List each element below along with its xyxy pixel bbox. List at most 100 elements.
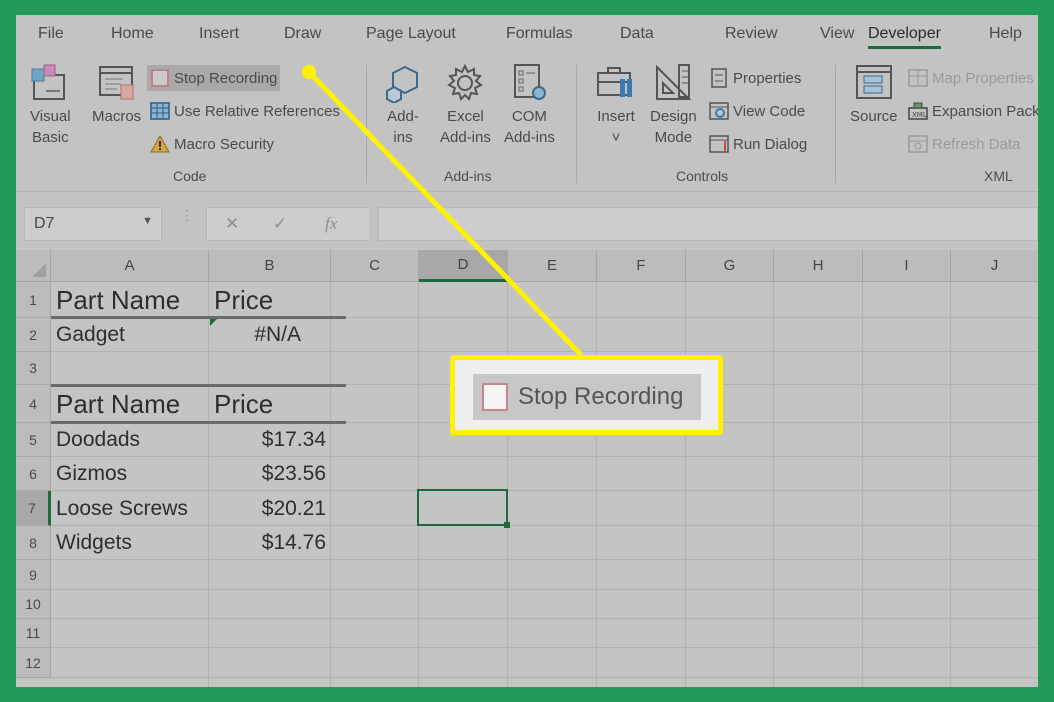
row-header-8[interactable]: 8 [16,526,51,560]
cell-a4[interactable]: Part Name [51,385,209,423]
column-header-f[interactable]: F [597,250,686,282]
excel-window: File Home Insert Draw Page Layout Formul… [16,15,1038,687]
stop-recording-callout-button[interactable]: Stop Recording [473,374,701,420]
tab-draw[interactable]: Draw [284,25,321,43]
map-properties-icon [908,68,928,88]
addins-icon [383,63,423,103]
error-indicator-icon[interactable] [210,319,217,326]
cell-b8[interactable]: $14.76 [209,526,331,560]
expansion-packs-icon: XML [908,101,928,121]
tab-developer[interactable]: Developer [868,25,941,49]
expansion-packs-button[interactable]: XML Expansion Packs [905,98,1038,124]
cell-b7[interactable]: $20.21 [209,491,331,526]
group-label-controls: Controls [676,168,729,184]
cell-a5[interactable]: Doodads [51,423,209,457]
cell-b4[interactable]: Price [209,385,331,423]
enter-icon[interactable]: ✓ [273,214,287,234]
select-all-button[interactable] [16,250,51,282]
chevron-down-icon[interactable]: ▼ [142,215,153,227]
tab-file[interactable]: File [38,25,64,43]
name-box[interactable]: D7 ▼ [24,207,162,241]
gridline [773,282,774,687]
cell-b1[interactable]: Price [209,282,331,318]
row-header-3[interactable]: 3 [16,352,51,385]
design-mode-button[interactable]: Design Mode [650,63,697,148]
cancel-icon[interactable]: ✕ [225,214,239,234]
cell-a2[interactable]: Gadget [51,318,209,352]
group-separator [576,65,577,183]
row-header-7[interactable]: 7 [16,491,51,526]
tab-review[interactable]: Review [725,25,777,43]
cell-b6[interactable]: $23.56 [209,457,331,491]
group-label-xml: XML [984,168,1013,184]
function-icon[interactable]: fx [325,214,337,234]
column-header-i[interactable]: I [863,250,951,282]
row-header-12[interactable]: 12 [16,648,51,678]
column-header-b[interactable]: B [209,250,331,282]
tab-home[interactable]: Home [111,25,154,43]
svg-text:XML: XML [912,111,927,119]
com-addins-button[interactable]: COM Add-ins [504,63,555,148]
formula-input[interactable] [378,207,1038,241]
column-header-h[interactable]: H [774,250,863,282]
row-header-1[interactable]: 1 [16,282,51,318]
formula-buttons: ✕ ✓ fx [206,207,371,241]
run-dialog-button[interactable]: Run Dialog [706,131,810,157]
row-header-10[interactable]: 10 [16,590,51,619]
view-code-icon [709,101,729,121]
stop-recording-button[interactable]: Stop Recording [147,65,281,91]
use-relative-references-button[interactable]: Use Relative References [147,98,343,124]
design-mode-icon [653,63,693,103]
active-cell-selection[interactable] [417,489,510,528]
cell-b5[interactable]: $17.34 [209,423,331,457]
map-properties-button[interactable]: Map Properties [905,65,1037,91]
tab-page-layout[interactable]: Page Layout [366,25,456,43]
view-code-button[interactable]: View Code [706,98,808,124]
resize-handle-icon[interactable]: ⋮ [180,208,194,222]
tab-view[interactable]: View [820,25,854,43]
worksheet-grid[interactable]: A B C D E F G H I J 1 2 3 4 5 6 7 8 9 10 11 12 Part Name Price G… [16,250,1038,687]
insert-control-button[interactable]: Insert ˅ [596,63,636,148]
row-header-4[interactable]: 4 [16,385,51,423]
cell-a6[interactable]: Gizmos [51,457,209,491]
gridline [51,618,1038,619]
formula-bar: D7 ▼ ⋮ ✕ ✓ fx [16,193,1038,248]
group-separator [366,65,367,183]
visual-basic-button[interactable]: Visual Basic [30,63,71,148]
row-header-2[interactable]: 2 [16,318,51,352]
cell-a8[interactable]: Widgets [51,526,209,560]
properties-button[interactable]: Properties [706,65,804,91]
macro-security-button[interactable]: Macro Security [147,131,277,157]
tab-insert[interactable]: Insert [199,25,239,43]
cell-a7[interactable]: Loose Screws [51,491,209,526]
addins-button[interactable]: Add- ins [383,63,423,148]
macros-button[interactable]: Macros [92,63,141,127]
column-header-j[interactable]: J [951,250,1038,282]
gridline [950,282,951,687]
gridline [51,677,1038,678]
tab-help[interactable]: Help [989,25,1022,43]
column-header-a[interactable]: A [51,250,209,282]
column-header-c[interactable]: C [331,250,419,282]
source-button[interactable]: Source [850,63,898,127]
group-label-addins: Add-ins [444,168,492,184]
gridline [862,282,863,687]
refresh-data-icon [908,134,928,154]
tab-formulas[interactable]: Formulas [506,25,573,43]
column-header-d[interactable]: D [419,250,508,282]
refresh-data-button[interactable]: Refresh Data [905,131,1023,157]
column-header-e[interactable]: E [508,250,597,282]
excel-addins-button[interactable]: Excel Add-ins [440,63,491,148]
row-header-9[interactable]: 9 [16,560,51,590]
toolbox-icon [596,63,636,103]
stop-recording-icon [482,383,508,411]
cell-a1[interactable]: Part Name [51,282,209,318]
gear-icon [445,63,485,103]
column-header-g[interactable]: G [686,250,774,282]
tab-data[interactable]: Data [620,25,654,43]
row-header-11[interactable]: 11 [16,619,51,648]
row-header-5[interactable]: 5 [16,423,51,457]
gridline [507,282,508,687]
row-header-6[interactable]: 6 [16,457,51,491]
cell-b2[interactable]: #N/A [209,318,331,352]
